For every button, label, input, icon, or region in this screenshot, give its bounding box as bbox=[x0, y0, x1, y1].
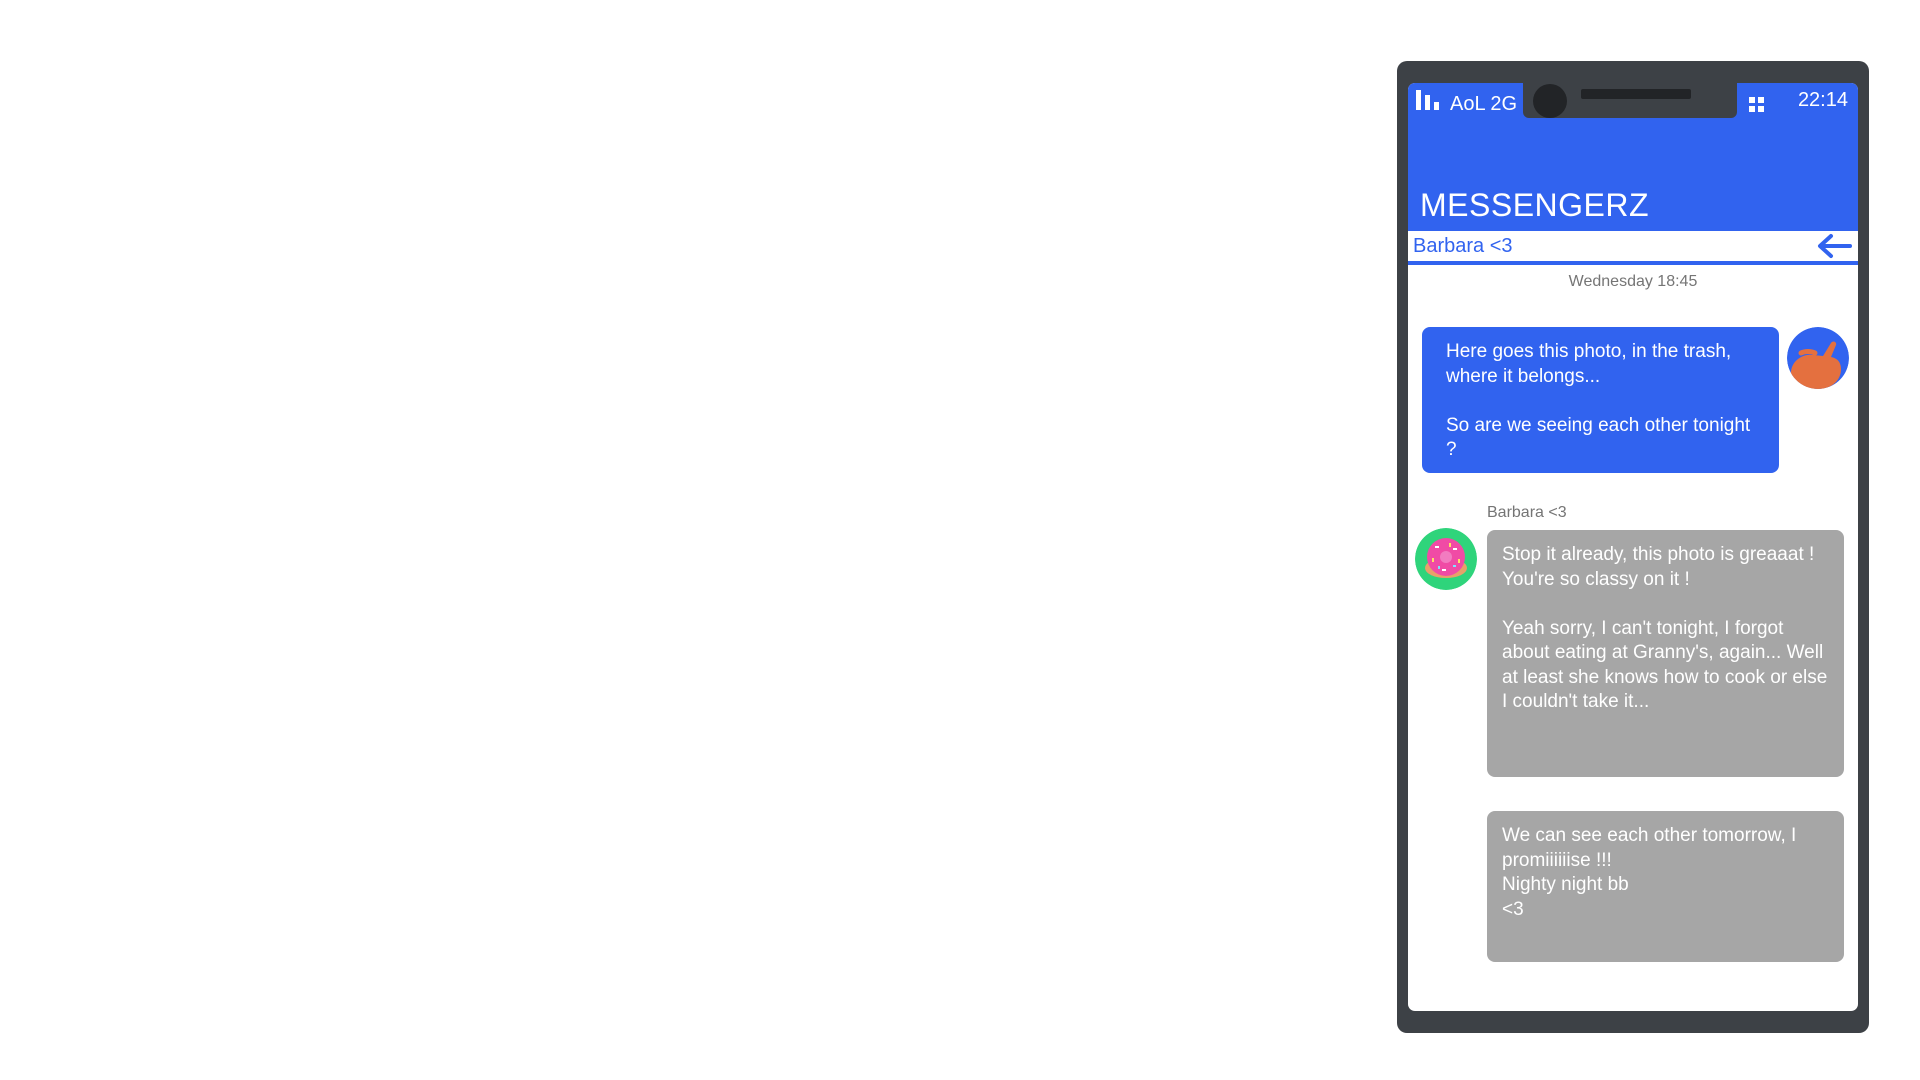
carrier-label: AoL 2G bbox=[1450, 93, 1518, 115]
speaker-icon bbox=[1581, 89, 1691, 99]
signal-bars-icon bbox=[1416, 90, 1439, 110]
phone-notch bbox=[1523, 83, 1737, 118]
grid-icon[interactable] bbox=[1747, 95, 1767, 115]
sender-name: Barbara <3 bbox=[1487, 504, 1567, 521]
conversation-header: Barbara <3 bbox=[1408, 231, 1858, 265]
message-bubble-incoming[interactable]: We can see each other tomorrow, I promii… bbox=[1487, 811, 1844, 962]
donut-icon[interactable] bbox=[1415, 528, 1477, 590]
app-header: AoL 2G 22:14 MESSENGERZ bbox=[1408, 83, 1858, 231]
message-bubble-outgoing[interactable]: Here goes this photo, in the trash, wher… bbox=[1422, 327, 1779, 473]
hand-icon[interactable] bbox=[1787, 327, 1849, 389]
contact-name[interactable]: Barbara <3 bbox=[1413, 235, 1513, 258]
message-text: We can see each other tomorrow, I promii… bbox=[1502, 825, 1797, 871]
arrow-left-icon[interactable] bbox=[1816, 233, 1852, 259]
app-title: MESSENGERZ bbox=[1420, 187, 1650, 223]
phone-frame: AoL 2G 22:14 MESSENGERZ Barbara <3 Wedne… bbox=[1397, 61, 1869, 1033]
status-clock: 22:14 bbox=[1797, 89, 1848, 111]
message-text: So are we seeing each other tonight ? bbox=[1446, 414, 1751, 461]
phone-screen: AoL 2G 22:14 MESSENGERZ Barbara <3 Wedne… bbox=[1408, 83, 1858, 1011]
message-text: Nighty night bb bbox=[1502, 874, 1629, 895]
conversation-datestamp: Wednesday 18:45 bbox=[1568, 273, 1698, 290]
message-text: Stop it already, this photo is greaaat !… bbox=[1502, 544, 1815, 590]
message-text: Yeah sorry, I can't tonight, I forgot ab… bbox=[1502, 617, 1828, 713]
message-text: Here goes this photo, in the trash, wher… bbox=[1446, 341, 1732, 387]
message-text: <3 bbox=[1502, 898, 1524, 920]
camera-icon bbox=[1533, 84, 1567, 118]
message-bubble-incoming[interactable]: Stop it already, this photo is greaaat !… bbox=[1487, 530, 1844, 777]
